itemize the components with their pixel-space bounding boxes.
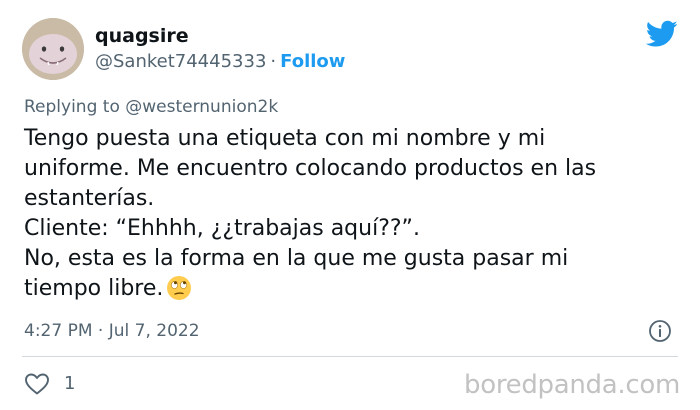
replying-prefix: Replying to [24, 97, 120, 117]
tweet-line: uniforme. Me encuentro colocando product… [24, 156, 597, 181]
twitter-bird-icon[interactable] [646, 20, 678, 48]
tweet-text: Tengo puesta una etiqueta con mi nombre … [24, 124, 674, 304]
tweet-date: Jul 7, 2022 [108, 321, 200, 341]
tweet-line: Cliente: “Ehhhh, ¿¿trabajas aquí??”. [24, 216, 420, 241]
display-name[interactable]: quagsire [95, 24, 189, 48]
avatar[interactable] [22, 18, 84, 80]
separator-dot: · [270, 51, 277, 72]
tweet-line-last: tiempo libre. [24, 274, 674, 304]
tweet-time: 4:27 PM [24, 321, 93, 341]
tweet-line: estanterías. [24, 186, 155, 211]
tweet-card: quagsire @Sanket74445333 · Follow Replying… [0, 0, 700, 410]
user-handle[interactable]: @Sanket74445333 [95, 51, 266, 72]
handle-row: @Sanket74445333 · Follow [95, 50, 345, 74]
separator-dot: · [97, 321, 104, 341]
info-icon[interactable] [648, 319, 672, 343]
reply-mention-link[interactable]: @westernunion2k [125, 97, 278, 117]
like-count: 1 [64, 373, 76, 394]
tweet-line: Tengo puesta una etiqueta con mi nombre … [24, 126, 546, 151]
follow-button[interactable]: Follow [280, 51, 345, 72]
heart-icon[interactable] [24, 372, 50, 396]
tweet-line: No, esta es la forma en la que me gusta … [24, 246, 569, 271]
tweet-timestamp[interactable]: 4:27 PM · Jul 7, 2022 [24, 320, 200, 342]
face-with-rolling-eyes-emoji [167, 276, 192, 300]
divider [22, 356, 678, 357]
replying-to: Replying to @westernunion2k [24, 96, 278, 118]
tweet-line: tiempo libre. [24, 276, 164, 301]
watermark: boredpanda.com [464, 370, 680, 400]
